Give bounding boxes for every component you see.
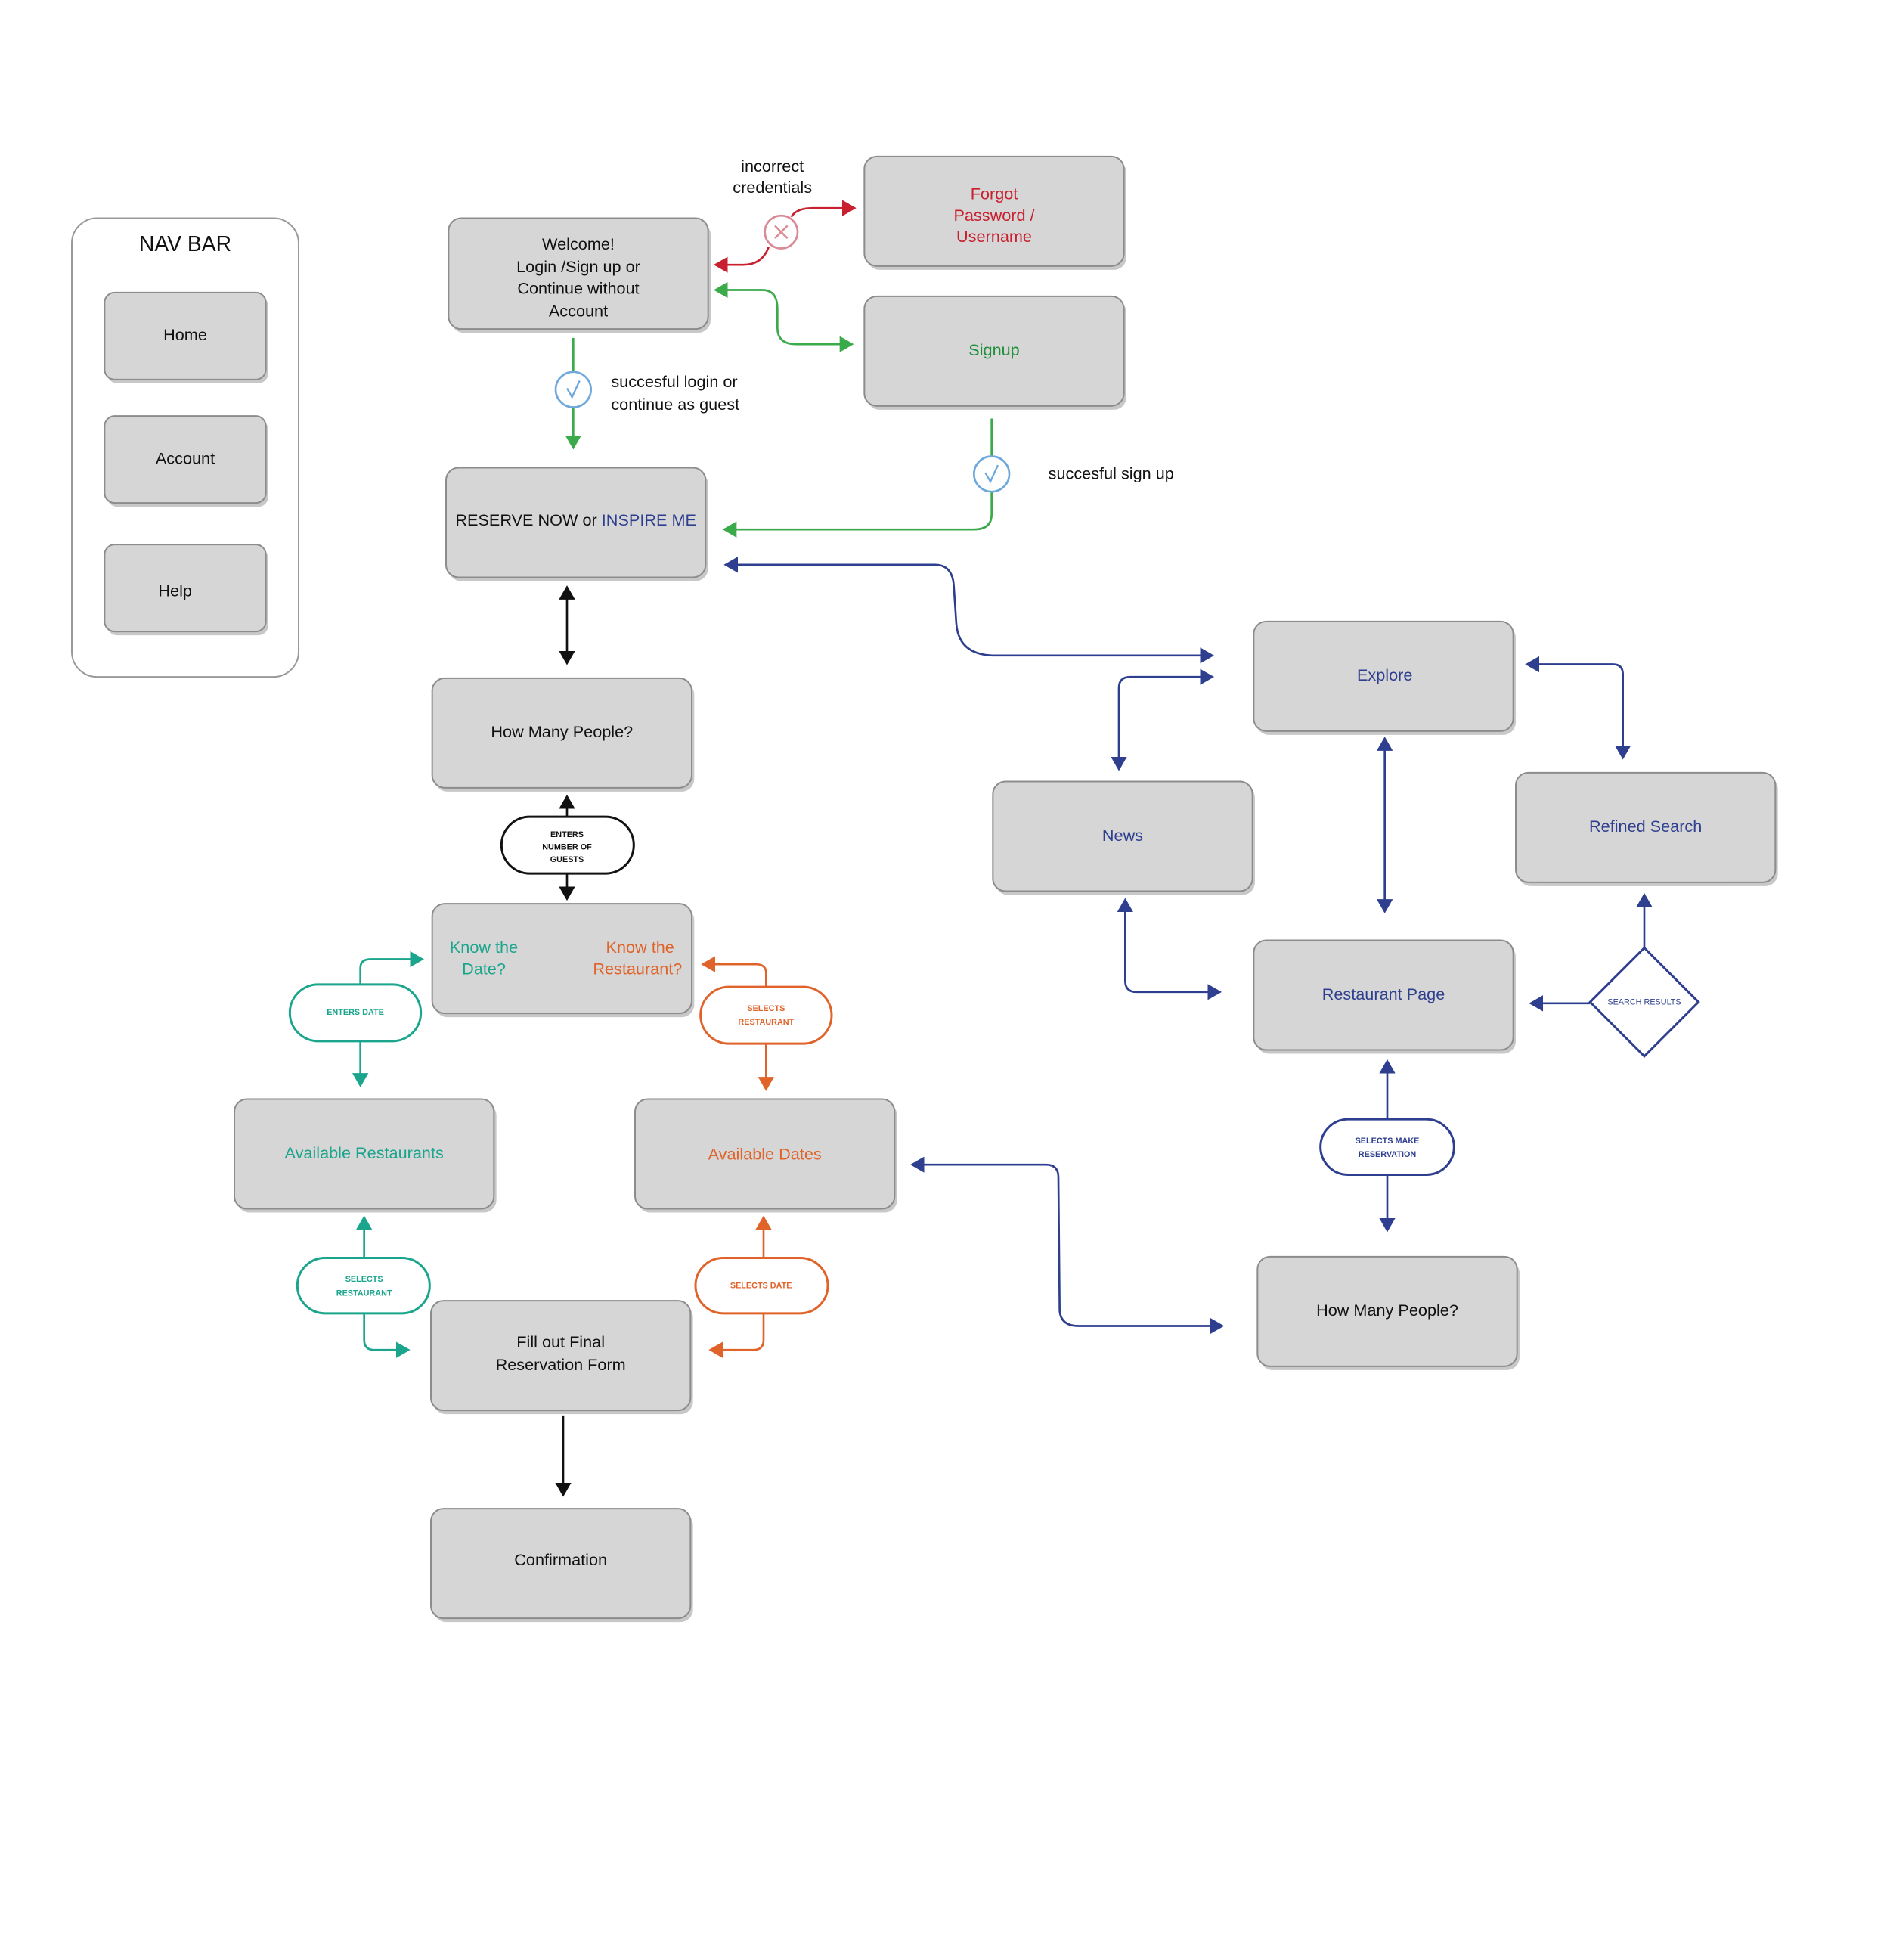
arrow-selectsrest-know: [701, 956, 767, 988]
forgot-line: Password /: [953, 206, 1035, 225]
pill-text: SELECTS DATE: [730, 1282, 792, 1291]
check-circle-icon: [554, 371, 592, 408]
available-dates-label: Available Dates: [708, 1145, 822, 1164]
arrow-reserve-explore: [723, 557, 1215, 664]
know-restaurant-line: Restaurant?: [593, 960, 682, 978]
pill-text: SELECTS: [747, 1004, 785, 1013]
news-node[interactable]: News: [992, 780, 1255, 895]
x-circle-icon: [764, 214, 799, 250]
know-date-restaurant-node[interactable]: Know the Date? Know the Restaurant?: [431, 903, 695, 1018]
pill-selects-restaurant-teal: SELECTS RESTAURANT: [296, 1257, 431, 1315]
know-date-line: Know the: [450, 938, 518, 957]
check-circle-icon: [973, 455, 1011, 493]
login-success-label-2: continue as guest: [611, 395, 739, 414]
nav-item-home-label: Home: [163, 325, 207, 344]
fill-form-line: Fill out Final: [516, 1332, 605, 1351]
diagram-canvas: NAV BAR Home Account Help incorrect cred…: [71, 155, 1778, 1623]
confirmation-node[interactable]: Confirmation: [430, 1508, 693, 1623]
pill-text: SELECTS: [345, 1275, 383, 1284]
incorrect-label-2: credentials: [733, 178, 812, 197]
or-text: or: [582, 510, 596, 529]
fill-form-node[interactable]: Fill out Final Reservation Form: [430, 1300, 693, 1415]
pill-enters-date: ENTERS DATE: [288, 983, 423, 1043]
available-restaurants-label: Available Restaurants: [285, 1143, 444, 1162]
incorrect-label-1: incorrect: [741, 157, 804, 175]
nav-bar-title: NAV BAR: [139, 232, 231, 256]
signup-success-label: succesful sign up: [1049, 464, 1174, 483]
news-label: News: [1102, 826, 1143, 845]
forgot-line: Username: [956, 227, 1032, 246]
pill-text: NUMBER OF: [542, 843, 592, 852]
fill-form-line: Reservation Form: [496, 1355, 626, 1374]
welcome-line: Welcome!: [542, 234, 615, 253]
pill-selects-date: SELECTS DATE: [694, 1257, 829, 1315]
reserve-inspire-label: RESERVE NOW or INSPIRE ME: [455, 510, 696, 529]
pill-text: ENTERS DATE: [327, 1008, 384, 1017]
forgot-password-node[interactable]: Forgot Password / Username: [863, 155, 1126, 270]
arrow-selectsdate-form: [708, 1313, 765, 1358]
how-many-people-node[interactable]: How Many People?: [431, 677, 695, 792]
pill-text: ENTERS: [550, 830, 584, 839]
pill-text: RESTAURANT: [738, 1018, 794, 1027]
arrow-entersdate-know: [359, 951, 424, 985]
pill-text: GUESTS: [550, 855, 584, 864]
login-success-label-1: succesful login or: [611, 372, 737, 391]
nav-item-account[interactable]: Account: [104, 415, 268, 507]
arrow-availdates-howmany2: [910, 1156, 1225, 1335]
signup-label: Signup: [968, 340, 1019, 359]
refined-search-node[interactable]: Refined Search: [1515, 771, 1778, 886]
how-many-people-node-2[interactable]: How Many People?: [1256, 1255, 1520, 1370]
pill-enters-guests: ENTERS NUMBER OF GUESTS: [500, 815, 635, 875]
welcome-line: Account: [549, 302, 608, 321]
reserve-now-text: RESERVE NOW: [455, 510, 578, 529]
pill-selects-make-reservation: SELECTS MAKE RESERVATION: [1319, 1118, 1455, 1177]
nav-bar: NAV BAR Home Account Help: [71, 217, 299, 678]
pill-text: SELECTS MAKE: [1356, 1137, 1420, 1146]
how-many-label-2: How Many People?: [1316, 1301, 1458, 1320]
search-results-decision: SEARCH RESULTS: [1588, 946, 1700, 1058]
available-restaurants-node[interactable]: Available Restaurants: [234, 1098, 497, 1213]
restaurant-page-label: Restaurant Page: [1322, 985, 1445, 1003]
search-results-label: SEARCH RESULTS: [1607, 998, 1681, 1007]
restaurant-page-node[interactable]: Restaurant Page: [1253, 939, 1516, 1054]
nav-item-home[interactable]: Home: [104, 291, 268, 383]
arrow-to-welcome-red: [714, 247, 770, 273]
pill-text: RESERVATION: [1359, 1150, 1417, 1159]
explore-label: Explore: [1357, 665, 1412, 684]
how-many-label: How Many People?: [491, 722, 633, 741]
welcome-line: Continue without: [517, 279, 639, 298]
arrow-signup-reserve: [724, 418, 993, 530]
flow-diagram: NAV BAR Home Account Help incorrect cred…: [0, 0, 1890, 1960]
pill-selects-restaurant-orange: SELECTS RESTAURANT: [699, 985, 833, 1045]
arrow-news-restaurant: [1117, 898, 1222, 1000]
nav-item-help[interactable]: Help: [104, 544, 268, 636]
signup-node[interactable]: Signup: [863, 295, 1126, 410]
nav-item-account-label: Account: [156, 449, 215, 468]
arrow-selectsrest-form: [363, 1313, 411, 1358]
reserve-inspire-node[interactable]: RESERVE NOW or INSPIRE ME: [445, 467, 708, 581]
explore-node[interactable]: Explore: [1253, 620, 1516, 735]
arrow-explore-refined: [1525, 656, 1631, 760]
arrow-welcome-signup: [714, 281, 854, 352]
nav-item-help-label: Help: [158, 581, 192, 600]
arrow-to-forgot: [790, 200, 857, 218]
confirmation-label: Confirmation: [514, 1550, 607, 1569]
refined-search-label: Refined Search: [1589, 817, 1702, 836]
pill-text: RESTAURANT: [336, 1289, 392, 1298]
welcome-node[interactable]: Welcome! Login /Sign up or Continue with…: [448, 217, 711, 333]
available-dates-node[interactable]: Available Dates: [634, 1098, 897, 1213]
know-date-line: Date?: [462, 960, 506, 978]
forgot-line: Forgot: [971, 185, 1018, 203]
welcome-line: Login /Sign up or: [516, 257, 640, 276]
know-restaurant-line: Know the: [606, 938, 674, 957]
arrow-news-explore: [1111, 668, 1215, 771]
inspire-me-text: INSPIRE ME: [602, 510, 696, 529]
